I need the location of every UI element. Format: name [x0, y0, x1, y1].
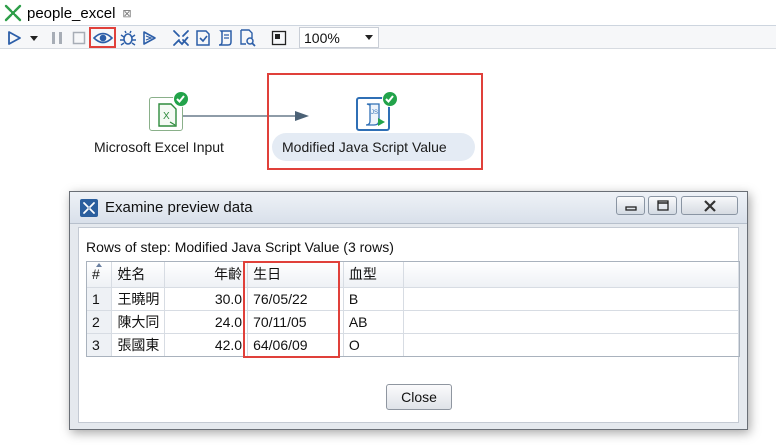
table-row[interactable]: 2 陳大同 24.0 70/11/05 AB [87, 310, 739, 334]
spoon-app-icon [80, 198, 98, 217]
dialog-body: Rows of step: Modified Java Script Value… [78, 227, 740, 423]
birthday-cell[interactable]: 64/06/09 [247, 333, 344, 356]
dialog-titlebar[interactable]: Examine preview data [70, 192, 747, 224]
replay-button[interactable] [139, 27, 159, 48]
verify-button[interactable] [170, 27, 192, 48]
dialog-title: Examine preview data [105, 199, 253, 216]
blood-type-cell[interactable]: B [343, 287, 404, 311]
chevron-down-icon [365, 35, 373, 40]
name-cell[interactable]: 陳大同 [111, 310, 166, 334]
step-ok-badge-icon [382, 91, 398, 107]
svg-text:JS: JS [371, 110, 378, 116]
row-index-cell: 1 [87, 287, 113, 311]
run-button[interactable] [4, 27, 24, 48]
maximize-button[interactable] [648, 196, 677, 215]
show-results-button[interactable] [268, 27, 290, 48]
stop-icon [72, 31, 86, 44]
close-button[interactable]: Close [386, 384, 452, 410]
run-options-dropdown[interactable] [27, 27, 41, 48]
debug-button[interactable] [117, 27, 139, 48]
table-header-row: # 姓名 年齡 生日 血型 [87, 262, 739, 288]
column-header-age[interactable]: 年齡 [164, 262, 249, 288]
explore-db-button[interactable] [236, 27, 258, 48]
impact-button[interactable] [192, 27, 214, 48]
zoom-value: 100% [304, 29, 340, 46]
javascript-step-label: Modified Java Script Value [282, 139, 447, 155]
age-cell[interactable]: 30.0 [164, 287, 249, 311]
blood-type-cell[interactable]: O [343, 333, 404, 356]
row-index-cell: 3 [87, 333, 113, 356]
excel-input-step-label: Microsoft Excel Input [94, 139, 224, 155]
minimize-icon [624, 205, 637, 211]
get-sql-button[interactable] [214, 27, 236, 48]
column-header-index[interactable]: # [87, 262, 113, 288]
minimize-button[interactable] [616, 196, 645, 215]
sort-icon [96, 263, 102, 267]
pause-button[interactable] [47, 27, 67, 48]
birthday-cell[interactable]: 76/05/22 [247, 287, 344, 311]
table-row[interactable]: 3 張國東 42.0 64/06/09 O [87, 333, 739, 356]
preview-data-grid[interactable]: # 姓名 年齡 生日 血型 1 王曉明 30.0 76/05/22 B 2 陳大… [86, 261, 740, 357]
step-ok-badge-icon [173, 91, 189, 107]
excel-input-step[interactable]: X [149, 91, 189, 137]
birthday-cell[interactable]: 70/11/05 [247, 310, 344, 334]
transformation-icon [4, 4, 22, 22]
column-header-blood-type[interactable]: 血型 [343, 262, 404, 288]
verify-icon [173, 29, 189, 46]
column-header-name[interactable]: 姓名 [111, 262, 166, 288]
editor-tab-bar: people_excel ⊠ [0, 0, 776, 26]
javascript-step[interactable]: JS [356, 91, 398, 137]
close-icon [703, 199, 716, 212]
blood-type-cell[interactable]: AB [343, 310, 404, 334]
column-header-birthday[interactable]: 生日 [247, 262, 344, 288]
transformation-tab[interactable]: people_excel ⊠ [0, 0, 150, 26]
maximize-icon [656, 200, 669, 211]
tab-title: people_excel [27, 4, 116, 22]
column-header-empty [403, 262, 739, 288]
row-index-cell: 2 [87, 310, 113, 334]
show-results-icon [271, 30, 287, 45]
empty-cell [403, 287, 739, 311]
zoom-select[interactable]: 100% [299, 27, 379, 48]
age-cell[interactable]: 24.0 [164, 310, 249, 334]
tab-close-icon[interactable]: ⊠ [122, 7, 131, 20]
stop-button[interactable] [69, 27, 89, 48]
impact-icon [196, 29, 210, 46]
explore-db-icon [240, 28, 256, 47]
preview-button[interactable] [89, 27, 116, 48]
run-icon [8, 30, 21, 45]
examine-preview-dialog: Examine preview data Rows of step: Modif… [69, 191, 748, 430]
empty-cell [403, 310, 739, 334]
svg-text:X: X [163, 111, 170, 122]
pause-icon [52, 31, 62, 44]
preview-table: # 姓名 年齡 生日 血型 1 王曉明 30.0 76/05/22 B 2 陳大… [87, 262, 739, 356]
rows-caption: Rows of step: Modified Java Script Value… [86, 239, 394, 255]
dialog-close-button[interactable] [681, 196, 738, 215]
age-cell[interactable]: 42.0 [164, 333, 249, 356]
transformation-toolbar: 100% [0, 26, 776, 49]
table-row[interactable]: 1 王曉明 30.0 76/05/22 B [87, 287, 739, 311]
sql-icon [218, 29, 232, 46]
name-cell[interactable]: 王曉明 [111, 287, 166, 311]
debug-icon [120, 30, 136, 46]
name-cell[interactable]: 張國東 [111, 333, 166, 356]
empty-cell [403, 333, 739, 356]
preview-icon [92, 32, 113, 43]
replay-icon [143, 30, 156, 45]
run-dropdown-icon [30, 35, 38, 41]
